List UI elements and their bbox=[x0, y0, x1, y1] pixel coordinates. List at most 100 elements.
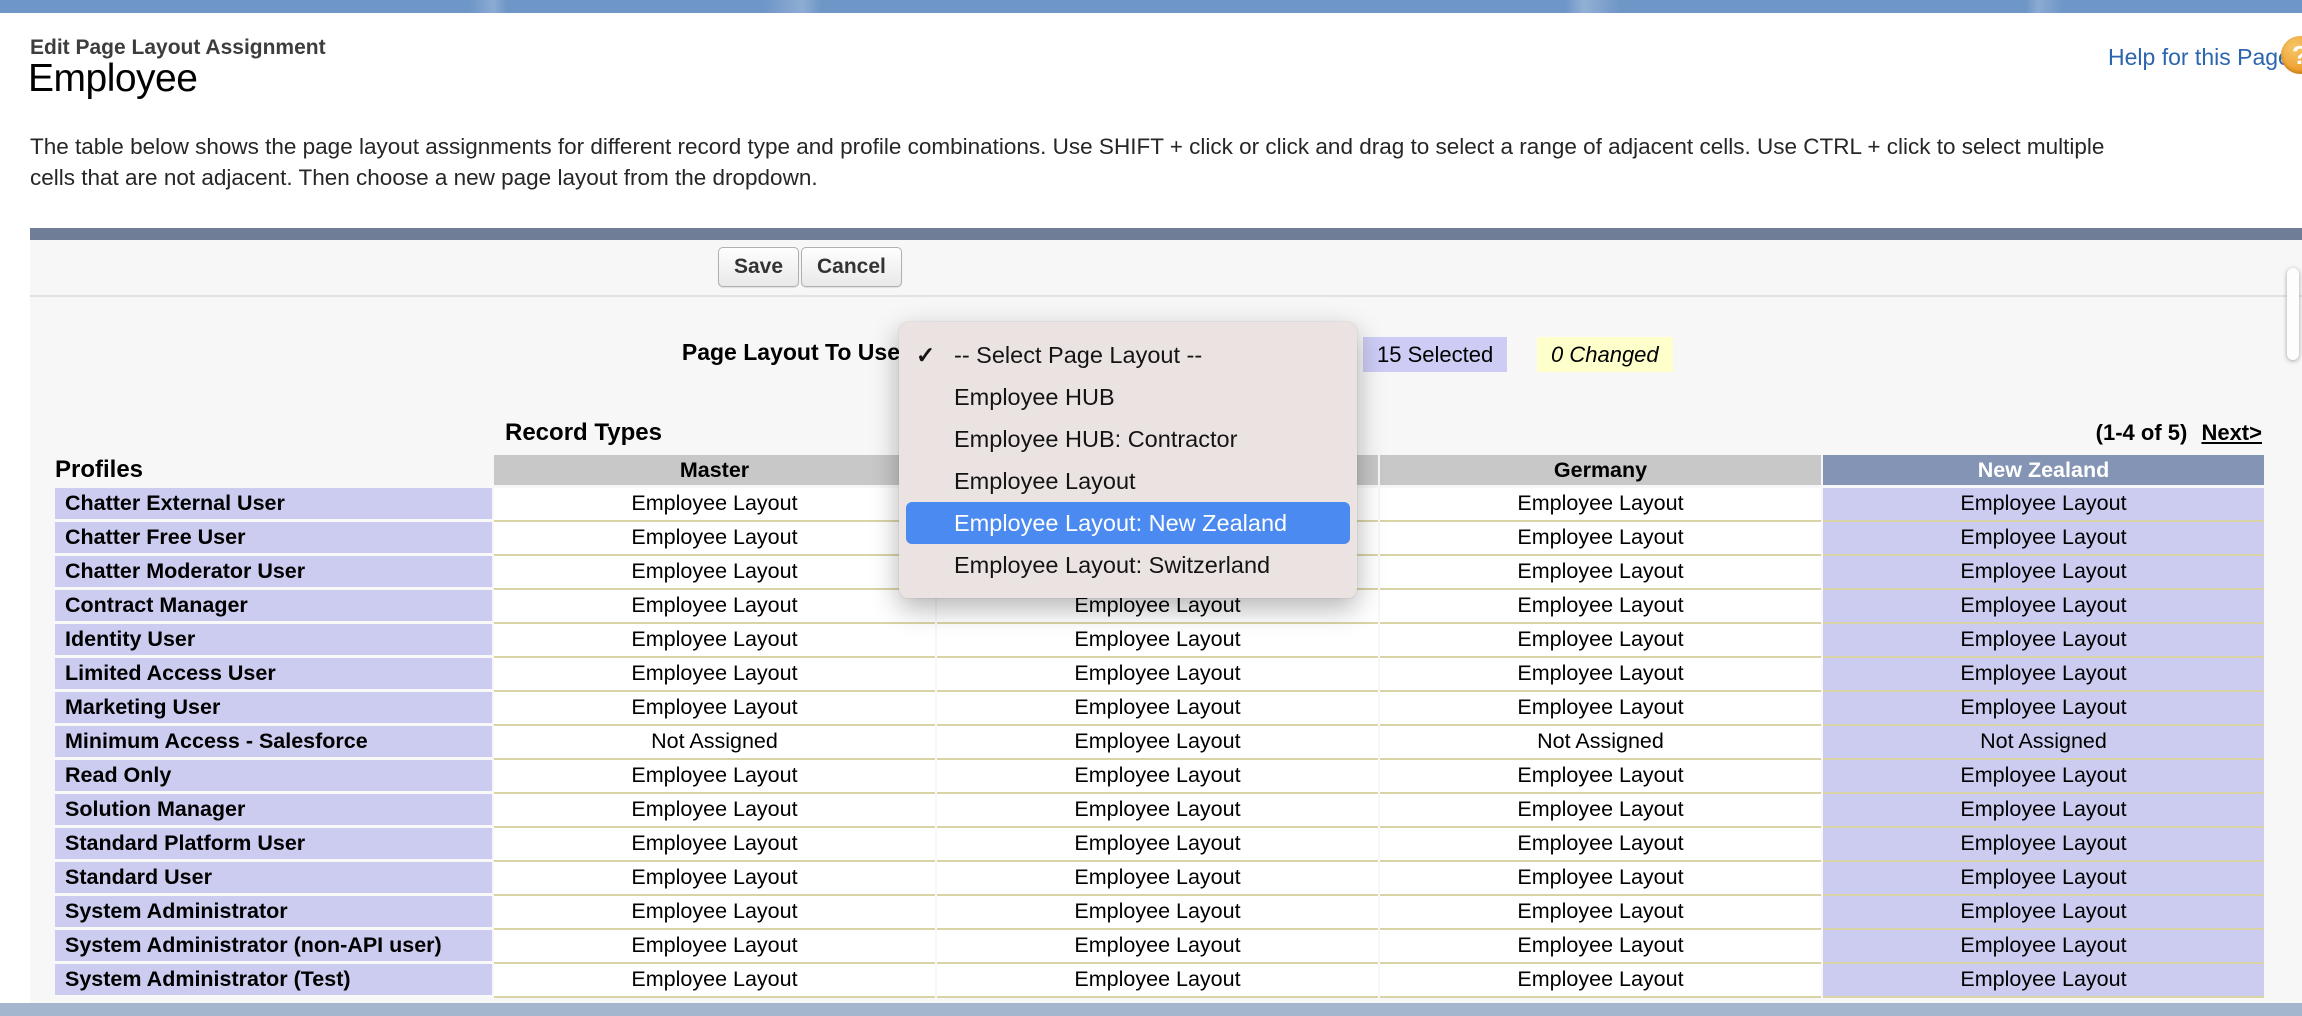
assignment-cell-master[interactable]: Employee Layout bbox=[494, 794, 935, 828]
assignment-cell-hidden-column[interactable]: Employee Layout bbox=[937, 794, 1378, 828]
assignment-cell-master[interactable]: Employee Layout bbox=[494, 862, 935, 896]
description-line-2: cells that are not adjacent. Then choose… bbox=[30, 162, 2302, 193]
assignment-cell-new-zealand[interactable]: Employee Layout bbox=[1823, 488, 2264, 522]
profile-cell[interactable]: Limited Access User bbox=[55, 658, 492, 692]
assignment-cell-new-zealand[interactable]: Employee Layout bbox=[1823, 930, 2264, 964]
cancel-button[interactable]: Cancel bbox=[801, 247, 902, 287]
assignment-cell-master[interactable]: Employee Layout bbox=[494, 658, 935, 692]
assignment-cell-germany[interactable]: Employee Layout bbox=[1380, 522, 1821, 556]
assignment-cell-hidden-column[interactable]: Employee Layout bbox=[937, 828, 1378, 862]
save-button[interactable]: Save bbox=[718, 247, 799, 287]
profile-cell[interactable]: System Administrator (Test) bbox=[55, 964, 492, 998]
assignment-cell-master[interactable]: Employee Layout bbox=[494, 896, 935, 930]
dropdown-option[interactable]: Employee Layout: New Zealand bbox=[906, 502, 1350, 544]
assignment-cell-master[interactable]: Employee Layout bbox=[494, 828, 935, 862]
assignment-cell-new-zealand[interactable]: Employee Layout bbox=[1823, 624, 2264, 658]
next-page-link[interactable]: Next> bbox=[2201, 420, 2262, 445]
dropdown-option[interactable]: Employee HUB: Contractor bbox=[906, 418, 1350, 460]
assignment-cell-master[interactable]: Employee Layout bbox=[494, 692, 935, 726]
checkmark-icon: ✓ bbox=[916, 342, 954, 369]
section-divider-bar bbox=[30, 228, 2302, 240]
help-link[interactable]: Help for this Page bbox=[2108, 44, 2291, 71]
dropdown-option-label: -- Select Page Layout -- bbox=[954, 342, 1202, 369]
table-row: System Administrator (non-API user) Empl… bbox=[55, 930, 2264, 964]
assignment-cell-germany[interactable]: Employee Layout bbox=[1380, 488, 1821, 522]
assignment-cell-master[interactable]: Not Assigned bbox=[494, 726, 935, 760]
profile-cell[interactable]: System Administrator bbox=[55, 896, 492, 930]
assignment-cell-germany[interactable]: Employee Layout bbox=[1380, 692, 1821, 726]
assignment-cell-hidden-column[interactable]: Employee Layout bbox=[937, 692, 1378, 726]
assignment-cell-new-zealand[interactable]: Employee Layout bbox=[1823, 828, 2264, 862]
assignment-cell-new-zealand[interactable]: Employee Layout bbox=[1823, 794, 2264, 828]
assignment-cell-germany[interactable]: Employee Layout bbox=[1380, 590, 1821, 624]
assignment-cell-hidden-column[interactable]: Employee Layout bbox=[937, 896, 1378, 930]
assignment-cell-germany[interactable]: Employee Layout bbox=[1380, 896, 1821, 930]
vertical-scrollbar-thumb[interactable] bbox=[2287, 268, 2299, 360]
profile-cell[interactable]: Minimum Access - Salesforce bbox=[55, 726, 492, 760]
profile-cell[interactable]: Marketing User bbox=[55, 692, 492, 726]
assignment-cell-new-zealand[interactable]: Employee Layout bbox=[1823, 760, 2264, 794]
assignment-cell-new-zealand[interactable]: Employee Layout bbox=[1823, 522, 2264, 556]
assignment-cell-hidden-column[interactable]: Employee Layout bbox=[937, 760, 1378, 794]
assignment-cell-germany[interactable]: Employee Layout bbox=[1380, 556, 1821, 590]
profile-cell[interactable]: Chatter Free User bbox=[55, 522, 492, 556]
assignment-cell-new-zealand[interactable]: Not Assigned bbox=[1823, 726, 2264, 760]
assignment-cell-hidden-column[interactable]: Employee Layout bbox=[937, 726, 1378, 760]
column-header-new-zealand[interactable]: New Zealand bbox=[1823, 455, 2264, 488]
dropdown-option[interactable]: Employee Layout bbox=[906, 460, 1350, 502]
assignment-cell-new-zealand[interactable]: Employee Layout bbox=[1823, 658, 2264, 692]
profile-cell[interactable]: System Administrator (non-API user) bbox=[55, 930, 492, 964]
profile-cell[interactable]: Chatter External User bbox=[55, 488, 492, 522]
dropdown-option[interactable]: Employee Layout: Switzerland bbox=[906, 544, 1350, 586]
profile-cell[interactable]: Read Only bbox=[55, 760, 492, 794]
selected-count-badge: 15 Selected bbox=[1363, 337, 1507, 372]
assignment-cell-new-zealand[interactable]: Employee Layout bbox=[1823, 964, 2264, 998]
table-row: Marketing User Employee Layout Employee … bbox=[55, 692, 2264, 726]
table-row: Limited Access User Employee Layout Empl… bbox=[55, 658, 2264, 692]
assignment-cell-master[interactable]: Employee Layout bbox=[494, 760, 935, 794]
description: The table below shows the page layout as… bbox=[30, 131, 2302, 193]
assignment-cell-germany[interactable]: Employee Layout bbox=[1380, 964, 1821, 998]
assignment-cell-hidden-column[interactable]: Employee Layout bbox=[937, 964, 1378, 998]
assignment-cell-germany[interactable]: Employee Layout bbox=[1380, 862, 1821, 896]
assignment-cell-germany[interactable]: Not Assigned bbox=[1380, 726, 1821, 760]
assignment-cell-master[interactable]: Employee Layout bbox=[494, 964, 935, 998]
assignment-cell-master[interactable]: Employee Layout bbox=[494, 522, 935, 556]
page-title: Employee bbox=[28, 57, 197, 101]
column-header-germany[interactable]: Germany bbox=[1380, 455, 1821, 488]
assignment-cell-master[interactable]: Employee Layout bbox=[494, 624, 935, 658]
assignment-cell-germany[interactable]: Employee Layout bbox=[1380, 828, 1821, 862]
profile-cell[interactable]: Standard User bbox=[55, 862, 492, 896]
profile-cell[interactable]: Chatter Moderator User bbox=[55, 556, 492, 590]
table-row: Solution Manager Employee Layout Employe… bbox=[55, 794, 2264, 828]
dropdown-option-label: Employee HUB: Contractor bbox=[954, 426, 1237, 453]
assignment-cell-germany[interactable]: Employee Layout bbox=[1380, 760, 1821, 794]
profile-cell[interactable]: Standard Platform User bbox=[55, 828, 492, 862]
profile-cell[interactable]: Solution Manager bbox=[55, 794, 492, 828]
assignment-cell-new-zealand[interactable]: Employee Layout bbox=[1823, 862, 2264, 896]
assignment-cell-master[interactable]: Employee Layout bbox=[494, 556, 935, 590]
profile-cell[interactable]: Contract Manager bbox=[55, 590, 492, 624]
assignment-cell-hidden-column[interactable]: Employee Layout bbox=[937, 930, 1378, 964]
dropdown-option[interactable]: Employee HUB bbox=[906, 376, 1350, 418]
description-line-1: The table below shows the page layout as… bbox=[30, 131, 2302, 162]
assignment-cell-germany[interactable]: Employee Layout bbox=[1380, 794, 1821, 828]
assignment-cell-germany[interactable]: Employee Layout bbox=[1380, 624, 1821, 658]
assignment-cell-hidden-column[interactable]: Employee Layout bbox=[937, 862, 1378, 896]
assignment-cell-germany[interactable]: Employee Layout bbox=[1380, 658, 1821, 692]
assignment-cell-hidden-column[interactable]: Employee Layout bbox=[937, 658, 1378, 692]
profiles-header-spacer bbox=[55, 455, 492, 488]
assignment-cell-new-zealand[interactable]: Employee Layout bbox=[1823, 692, 2264, 726]
assignment-cell-new-zealand[interactable]: Employee Layout bbox=[1823, 590, 2264, 624]
assignment-cell-new-zealand[interactable]: Employee Layout bbox=[1823, 896, 2264, 930]
assignment-cell-master[interactable]: Employee Layout bbox=[494, 488, 935, 522]
assignment-cell-master[interactable]: Employee Layout bbox=[494, 590, 935, 624]
profile-cell[interactable]: Identity User bbox=[55, 624, 492, 658]
assignment-cell-master[interactable]: Employee Layout bbox=[494, 930, 935, 964]
horizontal-scrollbar[interactable] bbox=[0, 1003, 2302, 1016]
assignment-cell-new-zealand[interactable]: Employee Layout bbox=[1823, 556, 2264, 590]
column-header-master[interactable]: Master bbox=[494, 455, 935, 488]
assignment-cell-hidden-column[interactable]: Employee Layout bbox=[937, 624, 1378, 658]
dropdown-option[interactable]: ✓ -- Select Page Layout -- bbox=[906, 334, 1350, 376]
assignment-cell-germany[interactable]: Employee Layout bbox=[1380, 930, 1821, 964]
